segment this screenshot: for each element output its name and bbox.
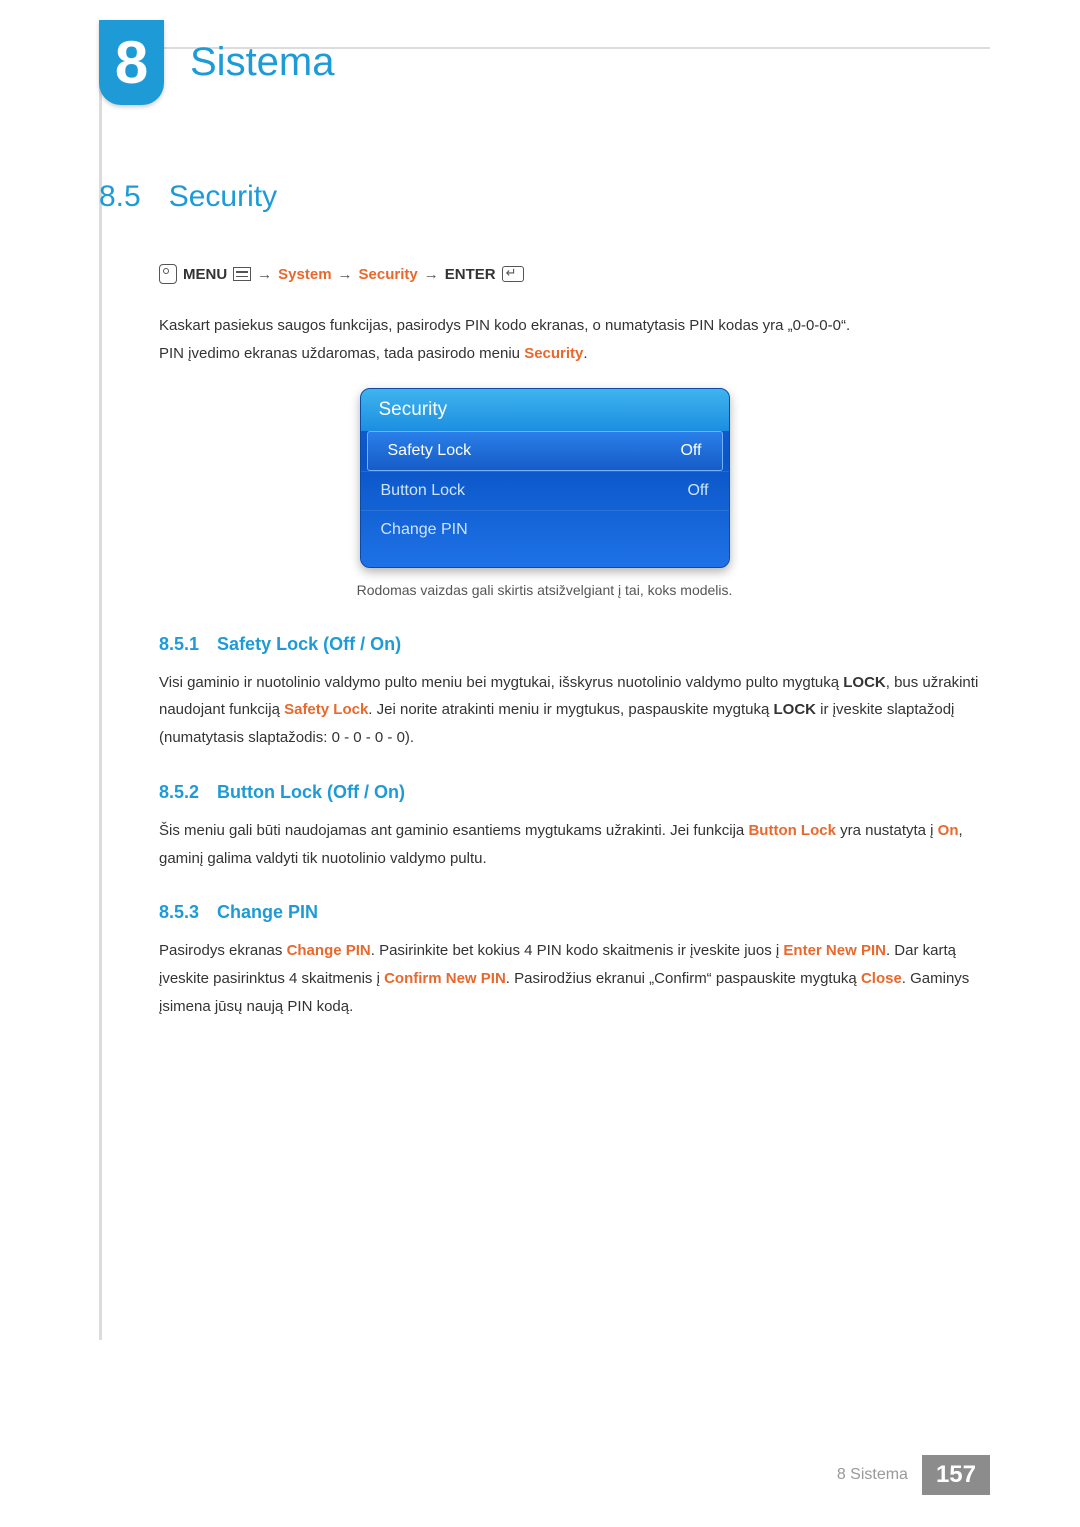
- t: . Pasirodžius ekranui „Confirm“ paspausk…: [506, 970, 861, 987]
- osd-label: Button Lock: [381, 482, 466, 500]
- osd-panel: Security Safety Lock Off Button Lock Off…: [360, 388, 730, 568]
- enter-icon: [502, 266, 524, 282]
- t: LOCK: [843, 674, 886, 691]
- nav-security: Security: [359, 266, 418, 283]
- t: yra nustatyta į: [836, 822, 938, 839]
- t: Visi gaminio ir nuotolinio valdymo pulto…: [159, 674, 843, 691]
- t: Šis meniu gali būti naudojamas ant gamin…: [159, 822, 748, 839]
- t: Safety Lock: [284, 701, 368, 718]
- intro-line2c: .: [583, 345, 587, 362]
- osd-label: Change PIN: [381, 521, 468, 539]
- menu-icon: [233, 267, 251, 281]
- osd-title: Security: [361, 389, 729, 431]
- sub-body-change-pin: Pasirodys ekranas Change PIN. Pasirinkit…: [159, 937, 990, 1020]
- arrow-icon: →: [257, 266, 272, 283]
- sub-body-safety-lock: Visi gaminio ir nuotolinio valdymo pulto…: [159, 669, 990, 752]
- t: Pasirodys ekranas: [159, 942, 287, 959]
- intro-line2b: Security: [524, 345, 583, 362]
- sub-body-button-lock: Šis meniu gali būti naudojamas ant gamin…: [159, 817, 990, 873]
- footer: 8 Sistema 157: [837, 1455, 990, 1495]
- t: LOCK: [773, 701, 816, 718]
- section-heading: 8.5 Security: [99, 180, 990, 214]
- intro-line1: Kaskart pasiekus saugos funkcijas, pasir…: [159, 317, 850, 334]
- osd-row-button-lock: Button Lock Off: [361, 471, 729, 510]
- nav-enter: ENTER: [445, 266, 496, 283]
- sub-num: 8.5.1: [159, 634, 199, 655]
- t: . Jei norite atrakinti meniu ir mygtukus…: [368, 701, 773, 718]
- osd-caption: Rodomas vaizdas gali skirtis atsižvelgia…: [99, 582, 990, 598]
- chapter-badge: 8: [99, 20, 164, 105]
- sub-heading-button-lock: 8.5.2 Button Lock (Off / On): [159, 782, 990, 803]
- sub-heading-safety-lock: 8.5.1 Safety Lock (Off / On): [159, 634, 990, 655]
- remote-icon: [159, 264, 177, 284]
- menu-path: MENU → System → Security → ENTER: [159, 264, 990, 284]
- osd-value: Off: [680, 442, 701, 460]
- sub-num: 8.5.2: [159, 782, 199, 803]
- nav-menu: MENU: [183, 266, 227, 283]
- t: . Pasirinkite bet kokius 4 PIN kodo skai…: [371, 942, 784, 959]
- osd-value: Off: [687, 482, 708, 500]
- t: On: [938, 822, 959, 839]
- sub-title: Button Lock (Off / On): [217, 782, 405, 803]
- intro-paragraph: Kaskart pasiekus saugos funkcijas, pasir…: [159, 312, 990, 368]
- sub-title: Safety Lock (Off / On): [217, 634, 401, 655]
- osd-label: Safety Lock: [388, 442, 472, 460]
- footer-label: 8 Sistema: [837, 1466, 922, 1484]
- sub-heading-change-pin: 8.5.3 Change PIN: [159, 902, 990, 923]
- osd-row-safety-lock: Safety Lock Off: [367, 431, 723, 471]
- nav-system: System: [278, 266, 331, 283]
- osd-row-change-pin: Change PIN: [361, 510, 729, 549]
- sub-num: 8.5.3: [159, 902, 199, 923]
- t: Enter New PIN: [783, 942, 886, 959]
- footer-page: 157: [922, 1455, 990, 1495]
- section-title: Security: [169, 180, 277, 214]
- arrow-icon: →: [424, 266, 439, 283]
- chapter-title: Sistema: [190, 40, 335, 85]
- sub-title: Change PIN: [217, 902, 318, 923]
- t: Close: [861, 970, 902, 987]
- t: Confirm New PIN: [384, 970, 506, 987]
- t: Change PIN: [287, 942, 371, 959]
- t: Button Lock: [748, 822, 836, 839]
- section-number: 8.5: [99, 180, 141, 214]
- intro-line2a: PIN įvedimo ekranas uždaromas, tada pasi…: [159, 345, 524, 362]
- arrow-icon: →: [338, 266, 353, 283]
